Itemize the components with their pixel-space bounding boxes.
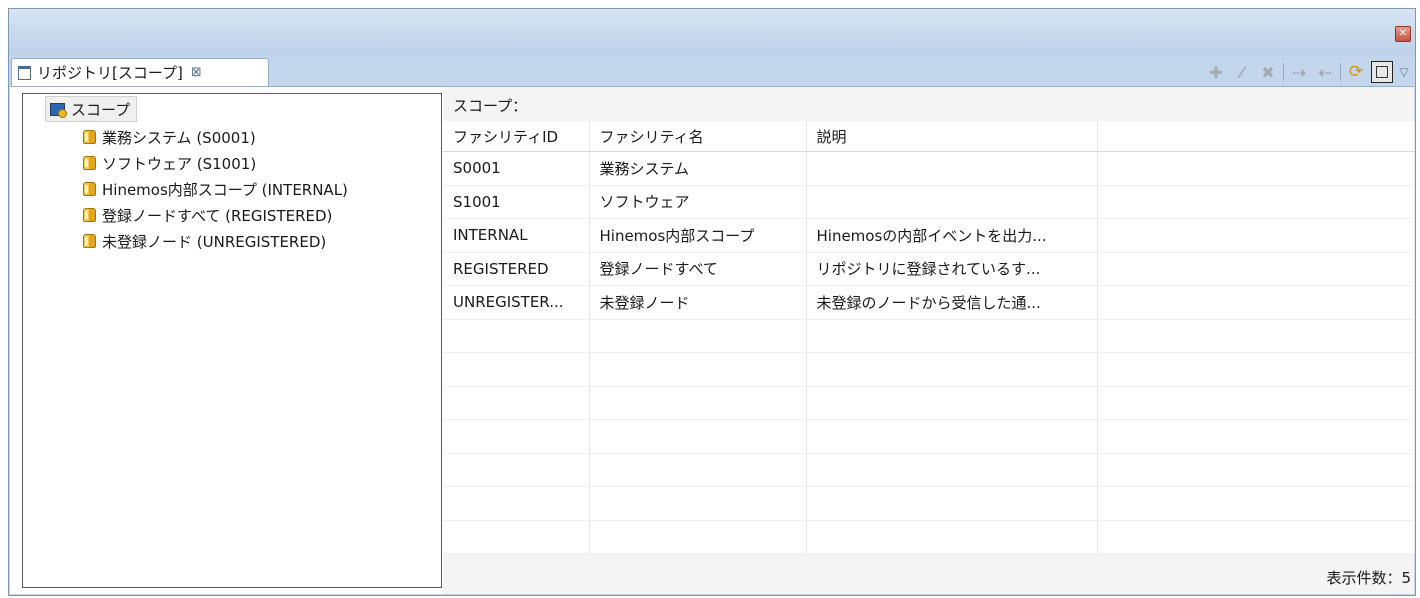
- scope-label: スコープ：: [453, 97, 528, 115]
- cell-facility-id: REGISTERED: [443, 252, 590, 286]
- table-row[interactable]: REGISTERED 登録ノードすべて リポジトリに登録されているす...: [443, 252, 1415, 286]
- tree-root-label: スコープ: [71, 100, 131, 119]
- column-header-facility-id[interactable]: ファシリティID: [443, 121, 590, 152]
- add-icon[interactable]: ✚: [1205, 61, 1227, 83]
- scope-detail-pane: スコープ： ファシリティID ファシリティ名 説明 S0001 業務システム S…: [443, 87, 1415, 594]
- delete-icon[interactable]: ✖: [1257, 61, 1279, 83]
- cell-facility-id: UNREGISTER...: [443, 285, 590, 320]
- table-row[interactable]: S1001 ソフトウェア: [443, 185, 1415, 219]
- column-header-description[interactable]: 説明: [806, 121, 1098, 152]
- tree-item-internal[interactable]: Hinemos内部スコープ (INTERNAL): [83, 177, 348, 201]
- tree-item-label: 登録ノードすべて (REGISTERED): [102, 206, 333, 225]
- view-content: スコープ 業務システム (S0001) ソフトウェア (S1001) Hinem…: [10, 86, 1415, 594]
- display-count: 表示件数：5: [1326, 569, 1411, 587]
- view-toolbar: ✚ ⁄ ✖ ⇢ ⇠ ⟳ ▽: [1205, 59, 1411, 85]
- tree-item-s1001[interactable]: ソフトウェア (S1001): [83, 151, 256, 175]
- refresh-icon[interactable]: ⟳: [1345, 61, 1367, 83]
- toolbar-separator: [1340, 63, 1341, 81]
- table-row[interactable]: INTERNAL Hinemos内部スコープ Hinemosの内部イベントを出力…: [443, 218, 1415, 253]
- cell-facility-name: 登録ノードすべて: [589, 252, 807, 286]
- cell-facility-name: 業務システム: [589, 151, 807, 186]
- tree-item-label: 未登録ノード (UNREGISTERED): [102, 232, 327, 251]
- tree-item-registered[interactable]: 登録ノードすべて (REGISTERED): [83, 203, 332, 227]
- scope-tree[interactable]: スコープ 業務システム (S0001) ソフトウェア (S1001) Hinem…: [22, 93, 442, 588]
- cell-description: Hinemosの内部イベントを出力...: [806, 218, 1098, 253]
- column-header-filler: [1097, 121, 1415, 152]
- empty-row: [443, 419, 1415, 454]
- cell-facility-id: S1001: [443, 185, 590, 219]
- facility-table: ファシリティID ファシリティ名 説明 S0001 業務システム S1001 ソ…: [443, 121, 1415, 554]
- tab-close-icon[interactable]: ⊠: [191, 65, 202, 80]
- cell-facility-id: INTERNAL: [443, 218, 590, 253]
- repository-window: ✕ リポジトリ[スコープ] ⊠ ✚ ⁄ ✖ ⇢ ⇠ ⟳ ▽ スコープ 業務システ…: [8, 8, 1416, 596]
- scope-icon: [83, 182, 96, 196]
- empty-row: [443, 319, 1415, 353]
- cell-filler: [1097, 151, 1415, 186]
- cell-filler: [1097, 252, 1415, 286]
- empty-row: [443, 453, 1415, 487]
- assign-node-icon[interactable]: ⇢: [1288, 61, 1310, 83]
- scope-root-icon: [50, 102, 67, 118]
- empty-row: [443, 520, 1415, 554]
- scope-icon: [83, 208, 96, 222]
- tree-item-unregistered[interactable]: 未登録ノード (UNREGISTERED): [83, 229, 326, 253]
- view-icon: [18, 65, 31, 80]
- column-header-facility-name[interactable]: ファシリティ名: [589, 121, 807, 152]
- cell-filler: [1097, 185, 1415, 219]
- scope-icon: [83, 234, 96, 248]
- empty-row: [443, 352, 1415, 387]
- tree-item-label: Hinemos内部スコープ (INTERNAL): [102, 180, 348, 199]
- cell-filler: [1097, 218, 1415, 253]
- tree-item-label: 業務システム (S0001): [102, 128, 256, 147]
- tree-root-scope[interactable]: スコープ: [45, 96, 138, 122]
- tab-repository-scope[interactable]: リポジトリ[スコープ] ⊠: [11, 58, 269, 86]
- cell-facility-name: Hinemos内部スコープ: [589, 218, 807, 253]
- cell-facility-name: 未登録ノード: [589, 285, 807, 320]
- scope-icon: [83, 130, 96, 144]
- tab-label: リポジトリ[スコープ]: [37, 64, 183, 82]
- table-header-row: ファシリティID ファシリティ名 説明: [443, 121, 1415, 152]
- tree-item-s0001[interactable]: 業務システム (S0001): [83, 125, 256, 149]
- empty-row: [443, 486, 1415, 521]
- cell-description: 未登録のノードから受信した通...: [806, 285, 1098, 320]
- empty-row: [443, 386, 1415, 420]
- tree-item-label: ソフトウェア (S1001): [102, 154, 257, 173]
- table-row[interactable]: S0001 業務システム: [443, 151, 1415, 186]
- cell-facility-id: S0001: [443, 151, 590, 186]
- scope-icon: [83, 156, 96, 170]
- cell-description: リポジトリに登録されているす...: [806, 252, 1098, 286]
- cell-description: [806, 185, 1098, 219]
- close-icon[interactable]: ✕: [1395, 26, 1411, 42]
- cell-facility-name: ソフトウェア: [589, 185, 807, 219]
- cell-description: [806, 151, 1098, 186]
- view-menu-icon[interactable]: ▽: [1397, 61, 1411, 83]
- tree-view-toggle-button[interactable]: [1371, 61, 1393, 83]
- cell-filler: [1097, 285, 1415, 320]
- toolbar-separator: [1283, 63, 1284, 81]
- table-row[interactable]: UNREGISTER... 未登録ノード 未登録のノードから受信した通...: [443, 285, 1415, 320]
- title-bar: ✕: [9, 9, 1415, 56]
- edit-icon[interactable]: ⁄: [1231, 61, 1253, 83]
- tree-icon: [1376, 66, 1388, 78]
- release-node-icon[interactable]: ⇠: [1314, 61, 1336, 83]
